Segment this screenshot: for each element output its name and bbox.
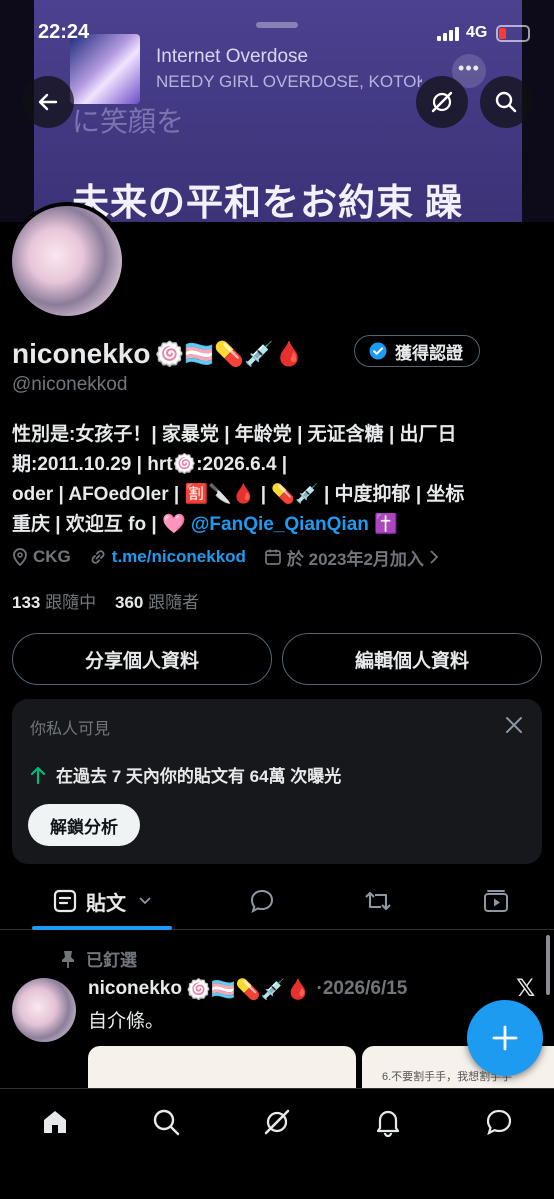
home-icon xyxy=(44,1111,66,1133)
plus-icon xyxy=(492,1025,518,1051)
back-button[interactable] xyxy=(22,76,74,128)
bio-line: 性別是:女孩子！| 家暴党 | 年龄党 | 无证含糖 | 出厂日 xyxy=(12,424,457,445)
search-icon xyxy=(495,91,517,113)
avatar-image xyxy=(12,206,122,316)
reposts-icon xyxy=(365,891,391,911)
tab-posts-label: 貼文 xyxy=(86,892,126,915)
website-link[interactable]: t.me/niconekkod xyxy=(112,547,246,567)
profile-bio: 性別是:女孩子！| 家暴党 | 年龄党 | 无证含糖 | 出厂日 期:2011.… xyxy=(12,420,532,540)
chevron-right-icon xyxy=(430,550,439,564)
close-icon[interactable] xyxy=(502,713,526,737)
status-bar: 22:24 4G xyxy=(0,0,554,56)
following-link[interactable]: 133 跟隨中 xyxy=(12,593,96,612)
network-type: 4G xyxy=(466,24,488,41)
display-name: niconekko xyxy=(12,338,151,369)
unlock-analytics-button[interactable]: 解鎖分析 xyxy=(28,804,140,846)
post-image-1[interactable] xyxy=(88,1046,356,1088)
signal-icon xyxy=(437,27,459,41)
chevron-down-icon[interactable] xyxy=(138,896,152,906)
grok-icon xyxy=(264,1109,290,1135)
link-icon xyxy=(91,550,105,564)
card-header: 你私人可見 xyxy=(30,721,111,738)
profile-meta: CKG t.me/niconekkod 於 2023年2月加入 xyxy=(12,544,457,570)
tab-media[interactable] xyxy=(474,872,518,930)
bio-line: oder | AFOedOler | 🈹🔪🩸 | 💊💉 | 中度抑郁 | 坐标 xyxy=(12,484,465,505)
lyric-main: 未来の平和をお約束 躁 xyxy=(72,182,464,222)
song-artist: NEEDY GIRL OVERDOSE, KOTOKO xyxy=(156,72,422,91)
tab-posts[interactable]: 貼文 xyxy=(32,872,172,930)
bio-line: 重庆 | 欢迎互 fo | 🩷 xyxy=(12,514,186,535)
following-label: 跟隨中 xyxy=(45,593,97,612)
share-profile-button[interactable]: 分享個人資料 xyxy=(12,633,272,685)
bio-line: 期:2011.10.29 | hrt🍥:2026.6.4 | xyxy=(12,454,288,475)
private-insight-card: 你私人可見 在過去 7 天內你的貼文有 64萬 次曝光 解鎖分析 xyxy=(12,699,542,864)
bottom-navigation xyxy=(0,1088,554,1199)
impressions-text: 在過去 7 天內你的貼文有 64萬 次曝光 xyxy=(56,767,342,786)
following-count: 133 xyxy=(12,593,41,612)
profile-avatar[interactable] xyxy=(8,202,126,320)
bio-tail-emoji: ✝️ xyxy=(374,514,398,535)
profile-tabs: 貼文 xyxy=(0,872,554,930)
replies-icon xyxy=(250,889,274,913)
follow-counts: 133 跟隨中 360 跟隨者 xyxy=(12,588,199,613)
followers-label: 跟隨者 xyxy=(148,593,200,612)
post-author-emojis: 🍥🏳️‍⚧️💊💉🩸 xyxy=(185,978,311,1001)
location-icon xyxy=(13,548,27,566)
battery-level xyxy=(499,28,506,39)
tab-active-indicator xyxy=(32,926,172,930)
impressions-stat: 在過去 7 天內你的貼文有 64萬 次曝光 xyxy=(30,762,341,787)
arrow-up-icon xyxy=(30,766,46,784)
pin-icon xyxy=(62,950,74,968)
nav-explore[interactable] xyxy=(149,1105,183,1139)
x-logo-icon: 𝕏 xyxy=(516,975,536,1002)
search-button[interactable] xyxy=(480,76,532,128)
grok-icon xyxy=(431,91,453,113)
website[interactable]: t.me/niconekkod xyxy=(89,547,246,567)
messages-icon xyxy=(486,1109,512,1136)
display-name-row: niconekko 🍥🏳️‍⚧️💊💉🩸 xyxy=(12,334,304,374)
notifications-icon xyxy=(376,1110,400,1137)
post-author[interactable]: niconekko xyxy=(88,978,182,1000)
location: CKG xyxy=(12,547,71,567)
bio-line-last: 重庆 | 欢迎互 fo | 🩷 @FanQie_QianQian ✝️ xyxy=(12,510,532,540)
nav-messages[interactable] xyxy=(482,1105,516,1139)
scrollbar[interactable] xyxy=(546,935,550,995)
pinned-text: 已釘選 xyxy=(86,951,137,970)
explore-icon xyxy=(153,1109,180,1136)
followers-link[interactable]: 360 跟隨者 xyxy=(115,593,199,612)
user-handle: @niconekkod xyxy=(12,374,128,395)
compose-button[interactable] xyxy=(467,1000,543,1076)
nav-home[interactable] xyxy=(38,1105,72,1139)
verified-badge-icon xyxy=(369,342,387,360)
calendar-icon xyxy=(265,549,281,565)
edit-profile-button[interactable]: 編輯個人資料 xyxy=(282,633,542,685)
battery-icon xyxy=(496,25,530,42)
join-date[interactable]: 於 2023年2月加入 xyxy=(264,545,439,570)
name-emojis: 🍥🏳️‍⚧️💊💉🩸 xyxy=(154,340,304,368)
join-date-text: 於 2023年2月加入 xyxy=(286,549,424,569)
tab-replies[interactable] xyxy=(240,872,284,930)
post-text: 自介條。 xyxy=(88,1011,165,1032)
post-header: niconekko 🍥🏳️‍⚧️💊💉🩸 ·2026/6/15 xyxy=(88,974,407,1004)
tab-reposts[interactable] xyxy=(356,872,400,930)
get-verified-label: 獲得認證 xyxy=(395,343,463,363)
status-time: 22:24 xyxy=(38,21,90,43)
location-text: CKG xyxy=(33,547,71,566)
lyric-faint: に笑顔を xyxy=(72,106,185,137)
back-arrow-icon xyxy=(38,93,58,111)
posts-icon xyxy=(53,889,77,913)
grok-button[interactable] xyxy=(416,76,468,128)
post-date: ·2026/6/15 xyxy=(316,978,408,999)
media-icon xyxy=(484,890,508,912)
pinned-label: 已釘選 xyxy=(60,946,137,971)
get-verified-button[interactable]: 獲得認證 xyxy=(354,335,480,367)
post-avatar[interactable] xyxy=(12,978,76,1042)
followers-count: 360 xyxy=(115,593,144,612)
nav-notifications[interactable] xyxy=(371,1105,405,1139)
nav-grok[interactable] xyxy=(260,1105,294,1139)
bio-mention-link[interactable]: @FanQie_QianQian xyxy=(191,514,369,535)
